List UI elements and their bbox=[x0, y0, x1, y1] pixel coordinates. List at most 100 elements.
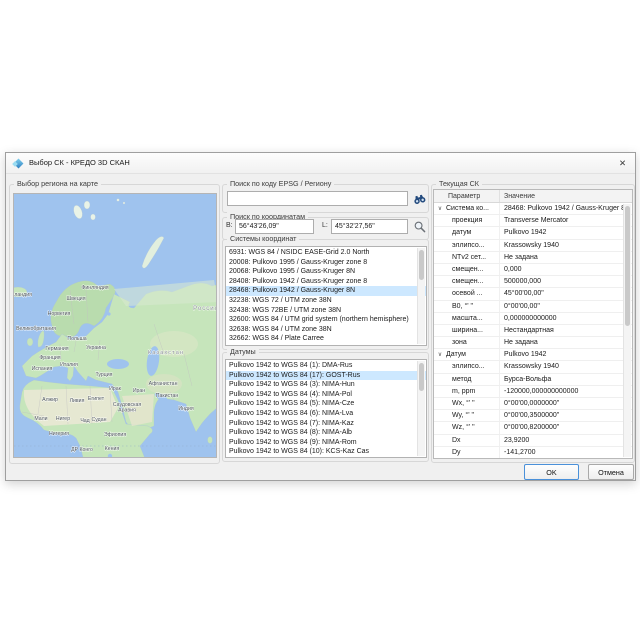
page-background: Выбор СК - КРЕДО 3D СКАН ✕ Выбор региона… bbox=[0, 0, 640, 640]
datum-list-label: Датумы bbox=[227, 347, 259, 356]
list-item[interactable]: Pulkovo 1942 to WGS 84 (3): NIMA-Hun bbox=[226, 380, 426, 390]
table-row[interactable]: смещен...0,000 bbox=[434, 264, 632, 276]
value-cell: 45°00'00,00" bbox=[500, 288, 632, 299]
list-item[interactable]: 28408: Pulkovo 1942 / Gauss-Kruger zone … bbox=[226, 277, 426, 287]
map-country-label: Польша bbox=[67, 336, 86, 342]
list-item[interactable]: 6931: WGS 84 / NSIDC EASE-Grid 2.0 North bbox=[226, 248, 426, 258]
table-row[interactable]: эллипсо...Krassowsky 1940 bbox=[434, 240, 632, 252]
value-cell: 500000,000 bbox=[500, 276, 632, 287]
map-country-label: Мали bbox=[34, 416, 47, 422]
list-item[interactable]: Pulkovo 1942 to WGS 84 (17): GOST-Rus bbox=[226, 371, 426, 381]
table-row[interactable]: Dx23,9200 bbox=[434, 435, 632, 447]
param-cell: проекция bbox=[446, 215, 500, 226]
table-row[interactable]: масшта...0,000000000000 bbox=[434, 313, 632, 325]
table-row[interactable]: ширина...Нестандартная bbox=[434, 325, 632, 337]
table-row[interactable]: датумPulkovo 1942 bbox=[434, 227, 632, 239]
map-country-label: Финляндия bbox=[81, 285, 108, 291]
map-country-label: Ливия bbox=[70, 398, 85, 404]
value-cell: Pulkovo 1942 bbox=[500, 349, 632, 360]
epsg-search-input[interactable] bbox=[227, 191, 408, 206]
table-row[interactable]: Wz, °' "0°00'00,8200000" bbox=[434, 422, 632, 434]
expand-chevron-icon[interactable]: ∨ bbox=[434, 203, 446, 214]
list-item[interactable]: 32438: WGS 72BE / UTM zone 38N bbox=[226, 306, 426, 316]
list-item[interactable]: 32238: WGS 72 / UTM zone 38N bbox=[226, 296, 426, 306]
list-item[interactable]: 28468: Pulkovo 1942 / Gauss-Kruger 8N bbox=[226, 286, 426, 296]
cs-list-scrollbar[interactable] bbox=[417, 248, 425, 344]
value-cell: 0°00'00,3500000" bbox=[500, 410, 632, 421]
list-item[interactable]: 32638: WGS 84 / UTM zone 38N bbox=[226, 325, 426, 335]
value-cell: Krassowsky 1940 bbox=[500, 361, 632, 372]
table-row[interactable]: Dy-141,2700 bbox=[434, 447, 632, 459]
param-cell: ширина... bbox=[446, 325, 500, 336]
list-item[interactable]: Pulkovo 1942 to WGS 84 (4): NIMA-Pol bbox=[226, 390, 426, 400]
expand-chevron-icon[interactable]: ∨ bbox=[434, 349, 446, 360]
value-cell: Transverse Mercator bbox=[500, 215, 632, 226]
list-item[interactable]: Pulkovo 1942 to WGS 84 (10): KCS-Kaz Cas bbox=[226, 447, 426, 457]
datums-list[interactable]: Pulkovo 1942 to WGS 84 (1): DMA-RusPulko… bbox=[225, 359, 427, 458]
list-item[interactable]: Pulkovo 1942 to WGS 84 (8): NIMA-Alb bbox=[226, 428, 426, 438]
app-logo-icon bbox=[13, 158, 24, 169]
value-cell: Нестандартная bbox=[500, 325, 632, 336]
table-row[interactable]: осевой ...45°00'00,00" bbox=[434, 288, 632, 300]
table-body: ∨Система ко...28468: Pulkovo 1942 / Gaus… bbox=[434, 203, 632, 459]
ok-button[interactable]: OK bbox=[524, 464, 579, 480]
param-cell: m, ppm bbox=[446, 386, 500, 397]
b-coordinate-input[interactable] bbox=[235, 219, 314, 234]
dialog-titlebar[interactable]: Выбор СК - КРЕДО 3D СКАН ✕ bbox=[6, 153, 635, 174]
chevron-spacer bbox=[434, 386, 446, 397]
b-coordinate-label: B: bbox=[226, 222, 233, 229]
find-binoculars-icon[interactable] bbox=[412, 191, 427, 206]
list-item[interactable]: 32662: WGS 84 / Plate Carree bbox=[226, 334, 426, 344]
table-row[interactable]: проекцияTransverse Mercator bbox=[434, 215, 632, 227]
search-magnifier-icon[interactable] bbox=[413, 220, 427, 234]
table-row[interactable]: B0, °' "0°00'00,00" bbox=[434, 301, 632, 313]
dialog-title: Выбор СК - КРЕДО 3D СКАН bbox=[29, 158, 130, 167]
param-cell: Wx, °' " bbox=[446, 398, 500, 409]
table-row[interactable]: зонаНе задана bbox=[434, 337, 632, 349]
table-scrollbar[interactable] bbox=[623, 204, 631, 457]
value-cell: 0,000 bbox=[500, 264, 632, 275]
list-item[interactable]: 32600: WGS 84 / UTM grid system (norther… bbox=[226, 315, 426, 325]
map-country-label: Исландия bbox=[14, 292, 32, 298]
table-row[interactable]: эллипсо...Krassowsky 1940 bbox=[434, 361, 632, 373]
table-row[interactable]: ∨Система ко...28468: Pulkovo 1942 / Gaus… bbox=[434, 203, 632, 215]
map-country-label: Египет bbox=[88, 396, 105, 402]
param-cell: масшта... bbox=[446, 313, 500, 324]
table-row[interactable]: m, ppm-120000,000000000000 bbox=[434, 386, 632, 398]
epsg-search-label: Поиск по коду EPSG / Региону bbox=[227, 179, 334, 188]
list-item[interactable]: Pulkovo 1942 to WGS 84 (6): NIMA-Lva bbox=[226, 409, 426, 419]
param-cell: эллипсо... bbox=[446, 361, 500, 372]
coordinate-systems-list[interactable]: 6931: WGS 84 / NSIDC EASE-Grid 2.0 North… bbox=[225, 246, 427, 346]
table-row[interactable]: Wx, °' "0°00'00,0000000" bbox=[434, 398, 632, 410]
list-item[interactable]: 20008: Pulkovo 1995 / Gauss-Kruger zone … bbox=[226, 258, 426, 268]
map-group-label: Выбор региона на карте bbox=[14, 179, 101, 188]
param-cell: Система ко... bbox=[446, 203, 500, 214]
cancel-button[interactable]: Отмена bbox=[588, 464, 634, 480]
chevron-spacer bbox=[434, 337, 446, 348]
param-cell: Wz, °' " bbox=[446, 422, 500, 433]
map-country-label: Норвегия bbox=[48, 311, 71, 317]
chevron-spacer bbox=[434, 325, 446, 336]
table-row[interactable]: Wy, °' "0°00'00,3500000" bbox=[434, 410, 632, 422]
region-map[interactable]: ИсландияНорвегияШвецияФинляндияРоссияВел… bbox=[13, 193, 217, 458]
list-item[interactable]: Pulkovo 1942 to WGS 84 (5): NIMA-Cze bbox=[226, 399, 426, 409]
map-country-label: Нигерия bbox=[49, 431, 69, 437]
table-header: Параметр Значение bbox=[434, 190, 632, 203]
table-row[interactable]: методБурса-Вольфа bbox=[434, 374, 632, 386]
table-row[interactable]: смещен...500000,000 bbox=[434, 276, 632, 288]
map-country-label: Италия bbox=[60, 362, 78, 368]
list-item[interactable]: Pulkovo 1942 to WGS 84 (7): NIMA-Kaz bbox=[226, 419, 426, 429]
list-item[interactable]: Pulkovo 1942 to WGS 84 (1): DMA-Rus bbox=[226, 361, 426, 371]
table-row[interactable]: ∨ДатумPulkovo 1942 bbox=[434, 349, 632, 361]
param-column-header: Параметр bbox=[434, 190, 500, 202]
l-coordinate-input[interactable] bbox=[331, 219, 408, 234]
list-item[interactable]: 20068: Pulkovo 1995 / Gauss-Kruger 8N bbox=[226, 267, 426, 277]
datum-list-scrollbar[interactable] bbox=[417, 361, 425, 456]
chevron-spacer bbox=[434, 215, 446, 226]
current-cs-table[interactable]: Параметр Значение ∨Система ко...28468: P… bbox=[433, 189, 633, 459]
chevron-spacer bbox=[434, 301, 446, 312]
list-item[interactable]: Pulkovo 1942 to WGS 84 (9): NIMA-Rom bbox=[226, 438, 426, 448]
close-icon[interactable]: ✕ bbox=[615, 156, 630, 171]
table-row[interactable]: NTv2 сет...Не задана bbox=[434, 252, 632, 264]
value-cell: 0,000000000000 bbox=[500, 313, 632, 324]
